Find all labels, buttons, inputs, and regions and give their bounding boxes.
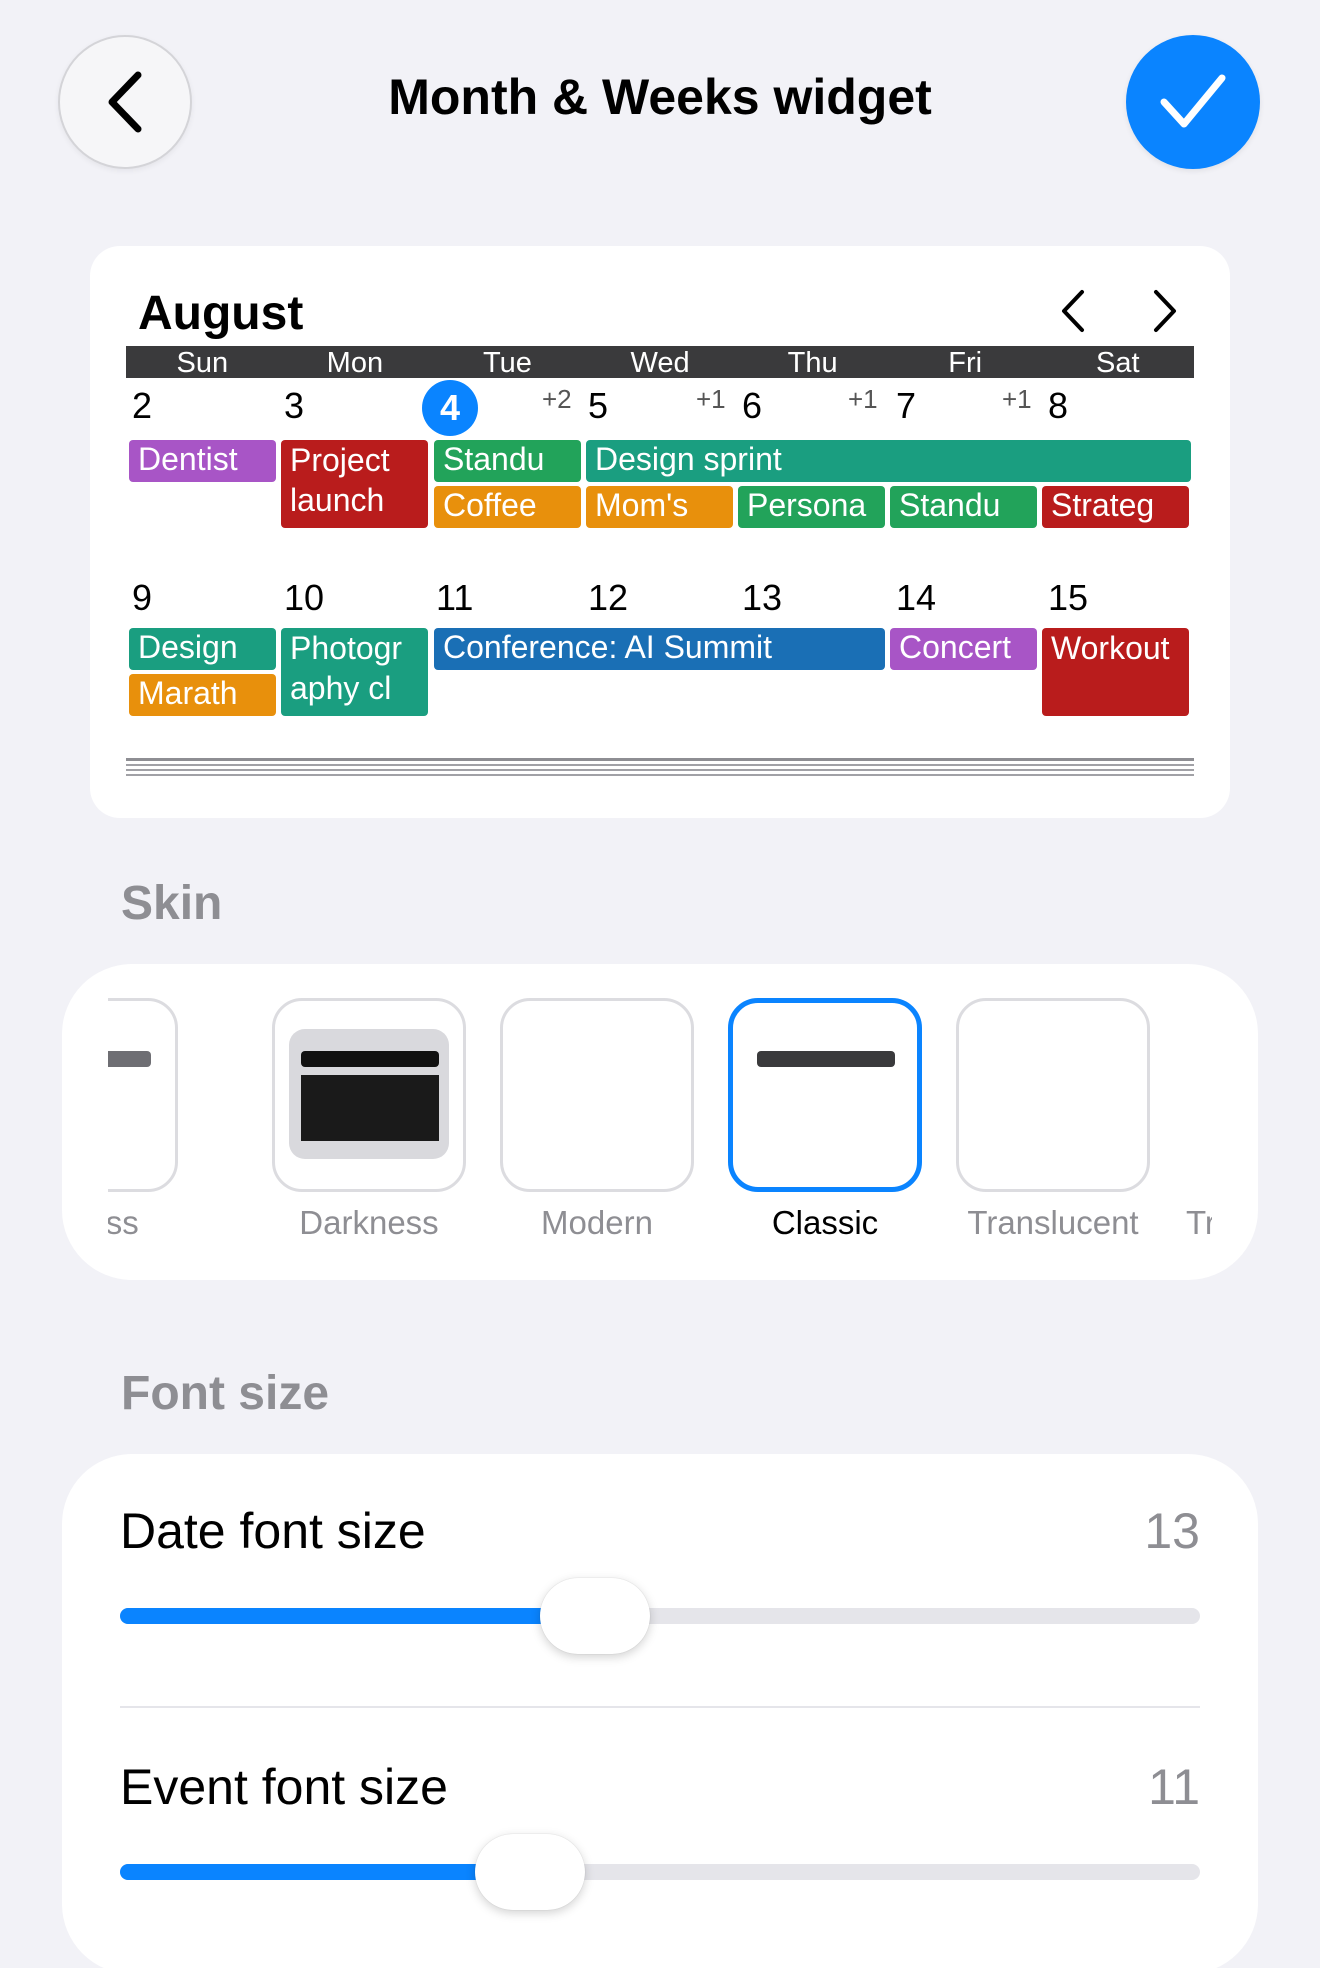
event-chip[interactable]: Conference: AI Summit: [434, 628, 885, 670]
slider-fill: [120, 1864, 531, 1880]
widget-preview: August Sun Mon Tue Wed Thu Fri Sat 2 3 4…: [90, 246, 1230, 818]
skin-thumbnail: [272, 998, 466, 1192]
skin-carousel[interactable]: ghtness Darkness Modern Classic: [108, 964, 1212, 1280]
event-font-size-label: Event font size: [120, 1759, 448, 1815]
more-events-count: +1: [696, 384, 726, 414]
skin-option-label: Darkness: [299, 1204, 439, 1241]
back-button[interactable]: [58, 35, 192, 169]
slider-fill: [120, 1608, 596, 1624]
chevron-left-icon: [1062, 290, 1084, 332]
weekday-label: Sun: [176, 347, 229, 379]
skin-thumbnail: [728, 998, 922, 1192]
today-day-number[interactable]: 4: [422, 380, 478, 436]
event-chip[interactable]: Design sprint: [586, 440, 1191, 482]
skin-thumbnail: [108, 998, 178, 1192]
day-number[interactable]: 11: [436, 576, 473, 620]
font-size-settings: Date font size 13 Event font size 11: [62, 1454, 1258, 1968]
weekday-label: Fri: [948, 347, 983, 379]
skin-option-label: Translucent: [967, 1204, 1139, 1241]
skin-thumbnail: [500, 998, 694, 1192]
day-number[interactable]: 13: [742, 576, 782, 620]
divider: [120, 1706, 1200, 1708]
widget-settings-screen: Month & Weeks widget August Sun Mon Tue …: [0, 0, 1320, 1968]
event-chip[interactable]: Standu: [890, 486, 1037, 528]
skin-option-label: Tr: [1186, 1204, 1212, 1241]
day-number[interactable]: 9: [132, 576, 152, 620]
event-font-size-slider[interactable]: [120, 1834, 1200, 1910]
day-number[interactable]: 7: [896, 384, 916, 428]
next-month-button[interactable]: [1140, 286, 1190, 336]
event-chip[interactable]: Mom's: [586, 486, 733, 528]
skin-option-label: Classic: [771, 1204, 879, 1241]
weekday-label: Wed: [630, 347, 690, 379]
event-chip[interactable]: Photography cl: [281, 628, 428, 716]
skin-thumbnail: [956, 998, 1150, 1192]
day-number[interactable]: 8: [1048, 384, 1068, 428]
slider-thumb[interactable]: [540, 1578, 651, 1654]
page-title: Month & Weeks widget: [388, 69, 932, 125]
day-number[interactable]: 12: [588, 576, 628, 620]
weekday-header: Sun Mon Tue Wed Thu Fri Sat: [126, 346, 1194, 379]
skin-option-label: Modern: [541, 1204, 653, 1241]
skin-option-translucent[interactable]: Translucent: [956, 998, 1150, 1242]
day-number[interactable]: 14: [896, 576, 936, 620]
day-number[interactable]: 6: [742, 384, 762, 428]
weekday-label: Thu: [787, 347, 838, 379]
event-chip[interactable]: Design: [129, 628, 276, 670]
more-events-count: +1: [848, 384, 878, 414]
event-chip[interactable]: Persona: [738, 486, 885, 528]
day-number[interactable]: 15: [1048, 576, 1088, 620]
skin-option-partial[interactable]: Tr: [1184, 998, 1212, 1242]
confirm-button[interactable]: [1126, 35, 1260, 169]
more-weeks-indicator: [126, 758, 1194, 778]
event-chip[interactable]: Dentist: [129, 440, 276, 482]
weekday-label: Sat: [1095, 347, 1140, 379]
event-font-size-value: 11: [1148, 1759, 1200, 1815]
event-chip[interactable]: Concert: [890, 628, 1037, 670]
chevron-right-icon: [1154, 290, 1176, 332]
day-number[interactable]: 5: [588, 384, 608, 428]
more-events-count: +1: [1002, 384, 1032, 414]
weekday-label: Mon: [326, 347, 384, 379]
more-events-count: +2: [542, 384, 572, 414]
day-number[interactable]: 3: [284, 384, 304, 428]
skin-option-lightness[interactable]: ghtness: [108, 998, 178, 1242]
calendar-week: 9 10 11 12 13 14 15 Design Marath Photog…: [126, 572, 1194, 737]
font-size-section-label: Font size: [121, 1367, 330, 1420]
skin-option-label: ghtness: [108, 1204, 139, 1241]
date-font-size-slider[interactable]: [120, 1578, 1200, 1654]
event-chip[interactable]: Standu: [434, 440, 581, 482]
event-chip[interactable]: Project launch: [281, 440, 428, 528]
day-number[interactable]: 10: [284, 576, 324, 620]
event-chip[interactable]: Strateg: [1042, 486, 1189, 528]
chevron-left-icon: [108, 71, 142, 133]
event-chip[interactable]: Marath: [129, 674, 276, 716]
previous-month-button[interactable]: [1048, 286, 1098, 336]
skin-option-classic[interactable]: Classic: [728, 998, 922, 1242]
skin-option-modern[interactable]: Modern: [500, 998, 694, 1242]
date-font-size-value: 13: [1144, 1503, 1200, 1559]
day-number[interactable]: 2: [132, 384, 152, 428]
skin-option-darkness[interactable]: Darkness: [272, 998, 466, 1242]
calendar-week: 2 3 4 +2 5 +1 6 +1 7 +1 8 Dentist Projec…: [126, 380, 1194, 565]
checkmark-icon: [1160, 74, 1226, 128]
date-font-size-label: Date font size: [120, 1503, 426, 1559]
event-chip[interactable]: Coffee: [434, 486, 581, 528]
calendar-month-title: August: [138, 287, 304, 340]
weekday-label: Tue: [482, 347, 532, 379]
skin-picker: ghtness Darkness Modern Classic: [62, 964, 1258, 1280]
skin-section-label: Skin: [121, 877, 223, 930]
slider-thumb[interactable]: [475, 1834, 586, 1910]
event-chip[interactable]: Workout: [1042, 628, 1189, 716]
